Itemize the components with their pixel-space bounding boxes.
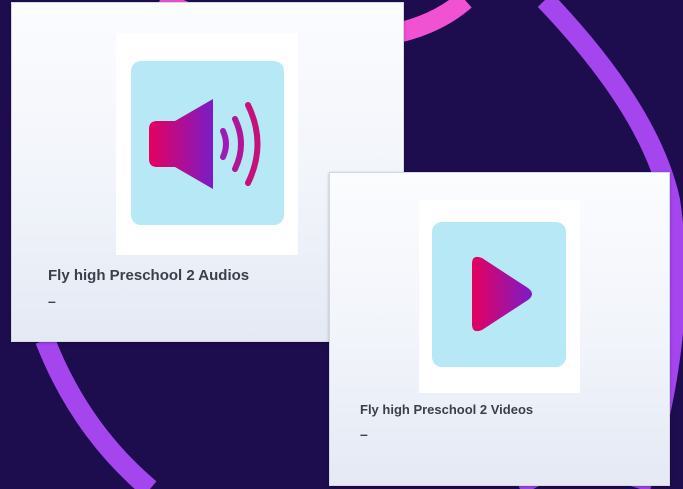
audio-thumbnail[interactable] [116,33,298,255]
play-icon [472,256,532,332]
video-collection-card[interactable]: Fly high Preschool 2 Videos – [329,172,670,486]
video-card-subtitle: – [360,426,368,442]
audio-card-title[interactable]: Fly high Preschool 2 Audios [48,267,249,284]
speaker-icon [149,99,261,189]
purple-arc-left [35,336,157,489]
video-card-title[interactable]: Fly high Preschool 2 Videos [360,402,533,417]
video-thumbnail[interactable] [419,200,580,393]
audio-card-subtitle: – [48,293,56,309]
audio-thumbnail-tile [131,61,284,225]
video-thumbnail-tile [432,222,566,367]
